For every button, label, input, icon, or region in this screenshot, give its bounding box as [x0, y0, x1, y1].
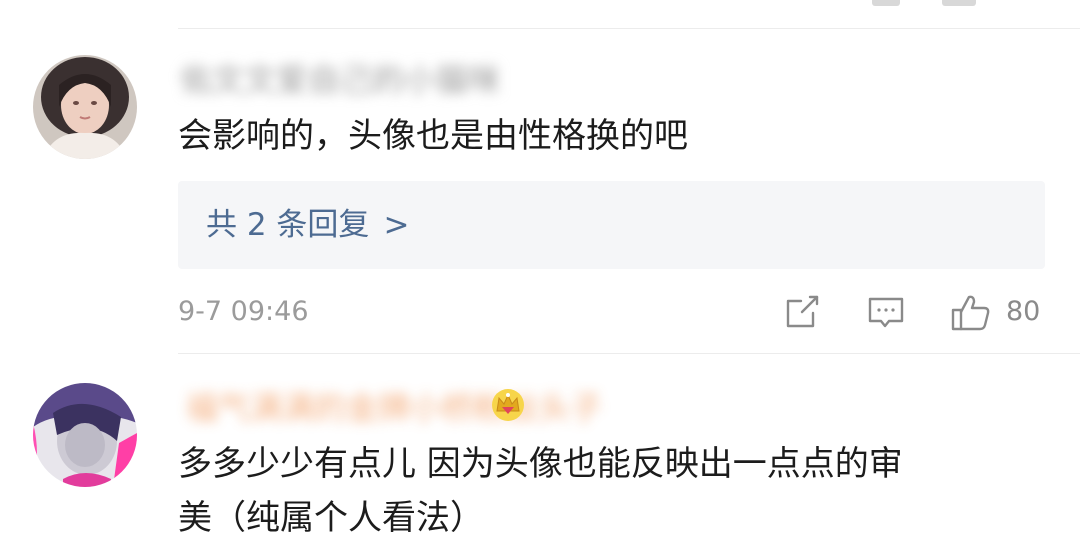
avatar[interactable] [33, 383, 137, 487]
comment-text: 会影响的，头像也是由性格换的吧 [178, 116, 688, 156]
chevron-right-icon: > [383, 207, 410, 243]
username[interactable]: 佑文文爱自己的小猫咪 [180, 60, 500, 100]
comment-meta: 9-7 09:46 80 [178, 290, 1046, 334]
share-button[interactable] [782, 292, 822, 332]
replies-label: 共 2 条回复 > [206, 203, 409, 247]
timestamp: 9-7 09:46 [178, 296, 309, 327]
divider [178, 353, 1080, 354]
thumbs-up-icon [951, 295, 990, 331]
username[interactable]: 福气满满的金牌小桥粉丝头子 [186, 388, 602, 428]
crown-icon [492, 389, 524, 421]
like-count: 80 [1006, 296, 1041, 327]
share-icon [786, 295, 819, 328]
comment-text-line: 多多少少有点儿 因为头像也能反映出一点点的审 [178, 444, 903, 484]
reply-count-text: 共 2 条回复 [206, 207, 370, 243]
avatar[interactable] [33, 55, 137, 159]
comment-text-line: 美（纯属个人看法） [178, 498, 484, 538]
view-replies-button[interactable]: 共 2 条回复 > [178, 181, 1045, 269]
previous-action-icon [942, 0, 976, 6]
like-button[interactable] [950, 292, 992, 334]
comment-button[interactable] [866, 292, 906, 332]
previous-action-icon [872, 0, 900, 6]
comment-icon [868, 297, 904, 328]
divider [178, 28, 1080, 29]
